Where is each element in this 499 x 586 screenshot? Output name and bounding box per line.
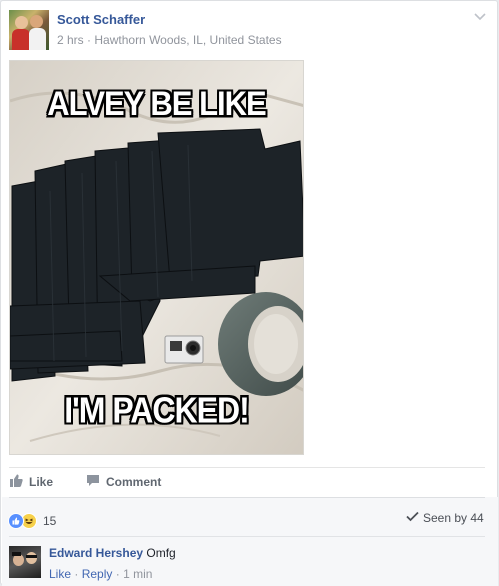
- seen-label: Seen by 44: [423, 511, 484, 525]
- reaction-count: 15: [43, 514, 57, 528]
- like-label: Like: [29, 475, 54, 489]
- comment-sep: ·: [115, 567, 120, 581]
- comment-text: Omfg: [146, 546, 176, 560]
- comment-button[interactable]: Comment: [86, 474, 161, 490]
- commenter-name[interactable]: Edward Hershey: [49, 546, 143, 560]
- meme-top-caption: ALVEY BE LIKE: [47, 83, 266, 124]
- divider: [9, 536, 485, 537]
- post-meta: 2 hrs · Hawthorn Woods, IL, United State…: [57, 33, 282, 47]
- like-reaction-icon: [8, 513, 24, 529]
- thumbs-up-icon: [9, 474, 23, 490]
- divider: [9, 497, 485, 498]
- reactions-summary[interactable]: 15: [8, 513, 56, 529]
- post-location[interactable]: Hawthorn Woods, IL, United States: [94, 33, 281, 47]
- seen-by[interactable]: Seen by 44: [406, 511, 484, 525]
- post-time[interactable]: 2 hrs: [57, 33, 84, 47]
- comment-sep: ·: [74, 567, 79, 581]
- comment-body: Edward Hershey Omfg: [49, 546, 176, 560]
- post-photo[interactable]: ALVEY BE LIKE I'M PACKED!: [9, 60, 304, 455]
- checkmark-icon: [406, 511, 419, 525]
- comment-actions: Like · Reply · 1 min: [49, 567, 152, 581]
- meme-bottom-caption: I'M PACKED!: [64, 389, 249, 431]
- divider: [9, 467, 485, 468]
- speech-bubble-icon: [86, 474, 100, 490]
- like-button[interactable]: Like: [9, 474, 53, 490]
- meta-separator: ·: [87, 33, 92, 47]
- author-name[interactable]: Scott Schaffer: [57, 12, 145, 27]
- author-avatar[interactable]: [9, 10, 49, 50]
- chevron-down-icon[interactable]: [472, 10, 488, 24]
- comment-time[interactable]: 1 min: [123, 567, 152, 581]
- feed-post: Scott Schaffer 2 hrs · Hawthorn Woods, I…: [0, 0, 498, 586]
- comment-like-link[interactable]: Like: [49, 567, 71, 581]
- comment-reply-link[interactable]: Reply: [82, 567, 113, 581]
- commenter-avatar[interactable]: [9, 546, 41, 578]
- comment-label: Comment: [106, 475, 162, 489]
